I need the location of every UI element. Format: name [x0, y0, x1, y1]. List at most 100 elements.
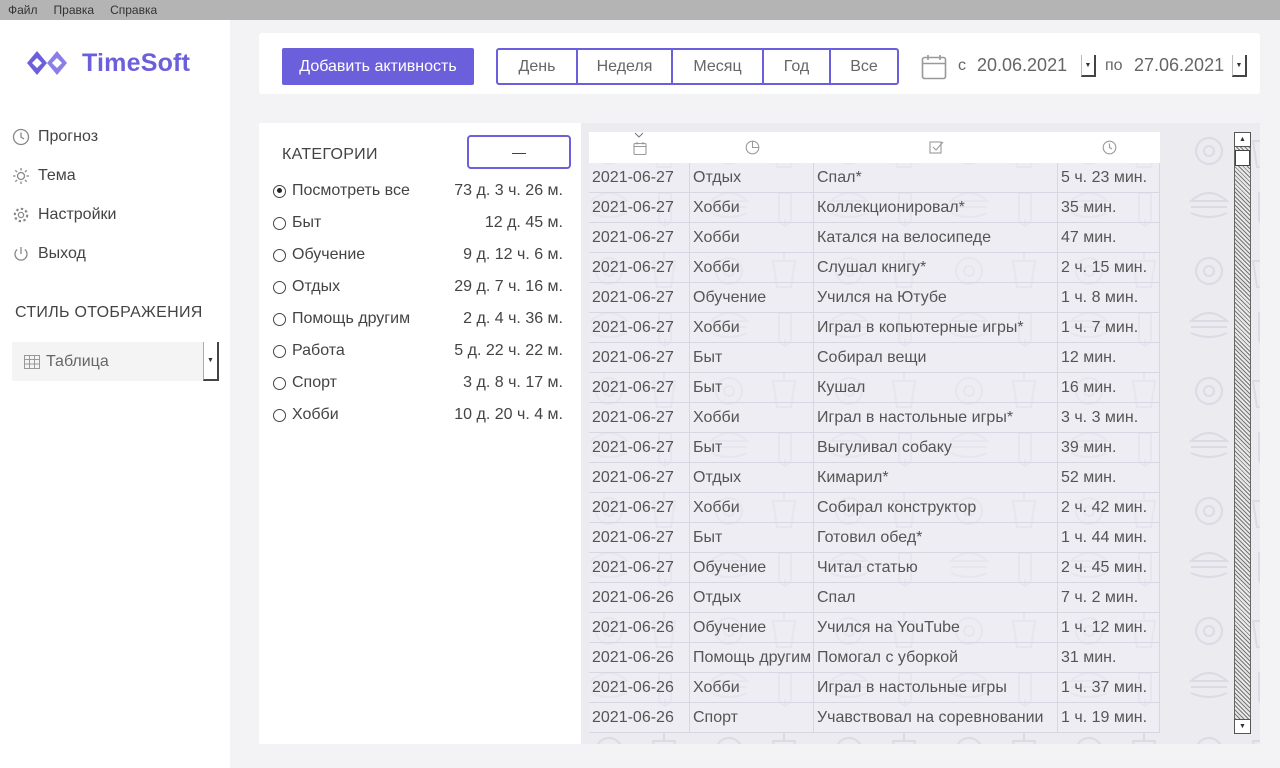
- category-radio[interactable]: [273, 184, 286, 198]
- clock-icon: [12, 128, 30, 146]
- sidebar-item-theme[interactable]: Тема: [12, 167, 76, 185]
- date-from-label: с: [958, 57, 966, 74]
- category-radio[interactable]: [273, 376, 286, 390]
- scroll-up-button[interactable]: ▲: [1234, 132, 1251, 147]
- scroll-down-button[interactable]: ▼: [1234, 719, 1251, 734]
- category-radio[interactable]: [273, 312, 286, 326]
- category-radio[interactable]: [273, 344, 286, 358]
- table-row[interactable]: 2021-06-26 Помощь другим Помогал с уборкой…: [589, 643, 1160, 673]
- cell-duration: 1 ч. 19 мин.: [1058, 703, 1160, 732]
- period-day-button[interactable]: День: [498, 50, 578, 83]
- cell-category: Быт: [690, 523, 814, 552]
- column-activity-header[interactable]: [814, 132, 1058, 163]
- cell-duration: 52 мин.: [1058, 463, 1160, 492]
- table-row[interactable]: 2021-06-27 Обучение Учился на Ютубе 1 ч. 8 …: [589, 283, 1160, 313]
- cell-category: Помощь другим: [690, 643, 814, 672]
- date-to-field[interactable]: 27.06.2021: [1134, 55, 1224, 76]
- table-row[interactable]: 2021-06-26 Хобби Играл в настольные игры 1 …: [589, 673, 1160, 703]
- category-radio[interactable]: [273, 216, 286, 230]
- cell-duration: 1 ч. 44 мин.: [1058, 523, 1160, 552]
- menu-file[interactable]: Файл: [8, 3, 38, 17]
- categories-collapse-button[interactable]: —: [467, 135, 571, 169]
- table-row[interactable]: 2021-06-27 Хобби Слушал книгу* 2 ч. 15 мин.: [589, 253, 1160, 283]
- period-month-button[interactable]: Месяц: [673, 50, 764, 83]
- cell-date: 2021-06-26: [589, 613, 690, 642]
- table-row[interactable]: 2021-06-27 Отдых Спал* 5 ч. 23 мин.: [589, 163, 1160, 193]
- table-row[interactable]: 2021-06-27 Хобби Собирал конструктор 2 ч. 4…: [589, 493, 1160, 523]
- period-year-button[interactable]: Год: [764, 50, 831, 83]
- cell-duration: 2 ч. 15 мин.: [1058, 253, 1160, 282]
- cell-category: Отдых: [690, 463, 814, 492]
- table-row[interactable]: 2021-06-27 Обучение Читал статью 2 ч. 45 ми…: [589, 553, 1160, 583]
- date-from-dropdown[interactable]: ▼: [1081, 55, 1096, 77]
- table-row[interactable]: 2021-06-27 Быт Готовил обед* 1 ч. 44 мин.: [589, 523, 1160, 553]
- category-radio[interactable]: [273, 280, 286, 294]
- brand-name: TimeSoft: [82, 48, 191, 77]
- table-row[interactable]: 2021-06-27 Хобби Коллекционировал* 35 мин.: [589, 193, 1160, 223]
- cell-category: Обучение: [690, 613, 814, 642]
- category-item[interactable]: Отдых 29 д. 7 ч. 16 м.: [273, 277, 563, 297]
- cell-duration: 2 ч. 45 мин.: [1058, 553, 1160, 582]
- cell-duration: 1 ч. 7 мин.: [1058, 313, 1160, 342]
- category-item[interactable]: Спорт 3 д. 8 ч. 17 м.: [273, 373, 563, 393]
- cell-activity: Кимарил*: [814, 463, 1058, 492]
- cell-category: Хобби: [690, 493, 814, 522]
- sidebar-item-forecast[interactable]: Прогноз: [12, 128, 98, 146]
- period-week-button[interactable]: Неделя: [578, 50, 673, 83]
- cell-category: Быт: [690, 433, 814, 462]
- cell-duration: 12 мин.: [1058, 343, 1160, 372]
- cell-activity: Собирал конструктор: [814, 493, 1058, 522]
- calendar-icon: [632, 141, 647, 155]
- logo-icon: [27, 51, 67, 75]
- cell-activity: Коллекционировал*: [814, 193, 1058, 222]
- date-to-label: по: [1105, 57, 1123, 74]
- table-row[interactable]: 2021-06-27 Отдых Кимарил* 52 мин.: [589, 463, 1160, 493]
- cell-duration: 31 мин.: [1058, 643, 1160, 672]
- table-row[interactable]: 2021-06-27 Быт Выгуливал собаку 39 мин.: [589, 433, 1160, 463]
- cell-activity: Играл в настольные игры*: [814, 403, 1058, 432]
- column-category-header[interactable]: [690, 132, 814, 163]
- table-row[interactable]: 2021-06-27 Быт Кушал 16 мин.: [589, 373, 1160, 403]
- cell-duration: 1 ч. 12 мин.: [1058, 613, 1160, 642]
- column-date-header[interactable]: [589, 132, 690, 163]
- category-duration: 12 д. 45 м.: [484, 214, 563, 231]
- chevron-down-icon[interactable]: ▼: [203, 342, 219, 381]
- add-activity-button[interactable]: Добавить активность: [282, 48, 474, 85]
- cell-activity: Кушал: [814, 373, 1058, 402]
- display-style-select[interactable]: Таблица ▼: [12, 342, 219, 381]
- date-to-dropdown[interactable]: ▼: [1232, 55, 1247, 77]
- menu-help[interactable]: Справка: [110, 3, 157, 17]
- date-from-field[interactable]: 20.06.2021: [977, 55, 1067, 76]
- cell-category: Быт: [690, 373, 814, 402]
- cell-category: Хобби: [690, 673, 814, 702]
- scroll-track[interactable]: [1234, 147, 1251, 719]
- cell-date: 2021-06-27: [589, 283, 690, 312]
- category-item[interactable]: Хобби 10 д. 20 ч. 4 м.: [273, 405, 563, 425]
- category-radio[interactable]: [273, 248, 286, 262]
- category-item[interactable]: Быт 12 д. 45 м.: [273, 213, 563, 233]
- checkbox-icon: [928, 141, 943, 154]
- table-row[interactable]: 2021-06-26 Отдых Спал 7 ч. 2 мин.: [589, 583, 1160, 613]
- table-row[interactable]: 2021-06-27 Хобби Играл в копьютерные игры*…: [589, 313, 1160, 343]
- table-row[interactable]: 2021-06-27 Хобби Катался на велосипеде 47 м…: [589, 223, 1160, 253]
- cell-date: 2021-06-26: [589, 703, 690, 732]
- table-row[interactable]: 2021-06-27 Быт Собирал вещи 12 мин.: [589, 343, 1160, 373]
- category-radio[interactable]: [273, 408, 286, 422]
- period-all-button[interactable]: Все: [831, 50, 897, 83]
- cell-duration: 35 мин.: [1058, 193, 1160, 222]
- cell-category: Спорт: [690, 703, 814, 732]
- scroll-thumb[interactable]: [1235, 150, 1250, 166]
- category-item[interactable]: Работа 5 д. 22 ч. 22 м.: [273, 341, 563, 361]
- table-row[interactable]: 2021-06-26 Спорт Учавствовал на соревнован…: [589, 703, 1160, 733]
- category-item[interactable]: Обучение 9 д. 12 ч. 6 м.: [273, 245, 563, 265]
- table-row[interactable]: 2021-06-26 Обучение Учился на YouTube 1 ч. …: [589, 613, 1160, 643]
- cell-activity: Играл в копьютерные игры*: [814, 313, 1058, 342]
- category-item[interactable]: Помощь другим 2 д. 4 ч. 36 м.: [273, 309, 563, 329]
- table-scrollbar[interactable]: ▲ ▼: [1234, 132, 1251, 734]
- sidebar-item-exit[interactable]: Выход: [12, 245, 86, 263]
- table-row[interactable]: 2021-06-27 Хобби Играл в настольные игры* 3…: [589, 403, 1160, 433]
- menu-edit[interactable]: Правка: [54, 3, 95, 17]
- column-duration-header[interactable]: [1058, 132, 1160, 163]
- category-item[interactable]: Посмотреть все 73 д. 3 ч. 26 м.: [273, 181, 563, 201]
- sidebar-item-settings[interactable]: Настройки: [12, 206, 116, 224]
